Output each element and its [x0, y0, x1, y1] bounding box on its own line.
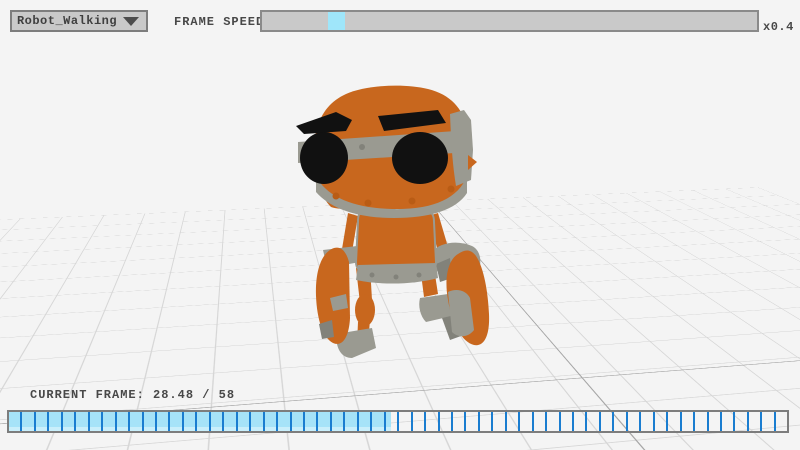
timeline-cell — [238, 412, 251, 431]
timeline-cell — [413, 412, 426, 431]
timeline-cell — [561, 412, 574, 431]
animation-select-value: Robot_Walking — [17, 14, 117, 28]
robot-head — [296, 86, 477, 218]
timeline-cell — [292, 412, 305, 431]
timeline-cell — [440, 412, 453, 431]
timeline-cell — [345, 412, 358, 431]
timeline-cell — [103, 412, 116, 431]
frame-speed-handle[interactable] — [328, 12, 345, 30]
timeline-cell — [49, 412, 62, 431]
timeline-cell — [76, 412, 89, 431]
timeline-cell — [493, 412, 506, 431]
timeline-cell — [628, 412, 641, 431]
timeline-cell — [709, 412, 722, 431]
timeline-cell — [614, 412, 627, 431]
frame-speed-label: FRAME SPEED: — [174, 15, 272, 29]
timeline-cell — [507, 412, 520, 431]
current-frame-text: CURRENT FRAME: 28.48 / 58 — [30, 388, 235, 402]
animation-select-dropdown[interactable]: Robot_Walking — [10, 10, 148, 32]
timeline-cell — [520, 412, 533, 431]
timeline-cell — [63, 412, 76, 431]
timeline-cell — [762, 412, 775, 431]
timeline-cells — [9, 412, 787, 431]
timeline-cell — [9, 412, 22, 431]
timeline-cell — [278, 412, 291, 431]
timeline-cell — [426, 412, 439, 431]
timeline-cell — [305, 412, 318, 431]
timeline-cell — [453, 412, 466, 431]
timeline-cell — [776, 412, 787, 431]
timeline-cell — [695, 412, 708, 431]
viewport-3d[interactable] — [0, 0, 800, 450]
timeline-cell — [682, 412, 695, 431]
timeline-cell — [668, 412, 681, 431]
timeline-cell — [184, 412, 197, 431]
frame-speed-slider[interactable] — [260, 10, 759, 32]
chevron-down-icon — [123, 17, 139, 26]
timeline-cell — [265, 412, 278, 431]
timeline-scrubber[interactable] — [7, 410, 789, 433]
timeline-cell — [735, 412, 748, 431]
robot-model — [0, 0, 800, 450]
robot-torso — [356, 212, 438, 284]
timeline-cell — [372, 412, 385, 431]
timeline-cell — [36, 412, 49, 431]
timeline-cell — [547, 412, 560, 431]
timeline-cell — [130, 412, 143, 431]
timeline-cell — [655, 412, 668, 431]
timeline-cell — [332, 412, 345, 431]
timeline-cell — [574, 412, 587, 431]
timeline-cell — [251, 412, 264, 431]
timeline-cell — [534, 412, 547, 431]
timeline-cell — [480, 412, 493, 431]
timeline-cell — [386, 412, 399, 431]
timeline-cell — [318, 412, 331, 431]
timeline-cell — [359, 412, 372, 431]
timeline-cell — [211, 412, 224, 431]
timeline-cell — [157, 412, 170, 431]
timeline-cell — [90, 412, 103, 431]
animation-player-window: Robot_Walking FRAME SPEED: x0.4 CURRENT … — [0, 0, 800, 450]
timeline-cell — [22, 412, 35, 431]
timeline-cell — [197, 412, 210, 431]
timeline-cell — [641, 412, 654, 431]
timeline-cell — [601, 412, 614, 431]
timeline-cell — [466, 412, 479, 431]
timeline-cell — [587, 412, 600, 431]
timeline-cell — [117, 412, 130, 431]
timeline-cell — [749, 412, 762, 431]
timeline-cell — [722, 412, 735, 431]
frame-speed-value: x0.4 — [763, 20, 794, 34]
timeline-cell — [399, 412, 412, 431]
timeline-cell — [170, 412, 183, 431]
timeline-cell — [224, 412, 237, 431]
timeline-cell — [144, 412, 157, 431]
